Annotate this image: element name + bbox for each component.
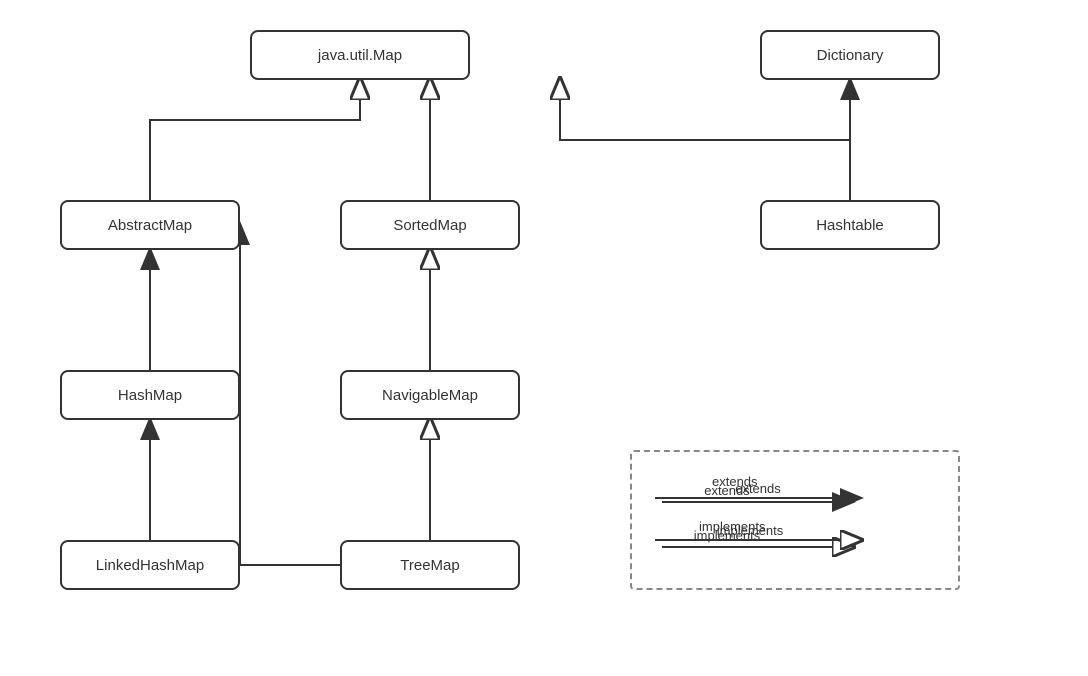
node-abstract-map: AbstractMap <box>60 200 240 250</box>
legend-extends-text: extends <box>712 474 758 489</box>
legend-implements-text: implements <box>699 519 765 534</box>
node-linked-hash-map: LinkedHashMap <box>60 540 240 590</box>
legend-svg: extends implements <box>652 467 942 577</box>
node-hashtable: Hashtable <box>760 200 940 250</box>
node-hash-map: HashMap <box>60 370 240 420</box>
diagram: java.util.Map Dictionary AbstractMap Sor… <box>0 0 1088 676</box>
node-tree-map: TreeMap <box>340 540 520 590</box>
node-sorted-map: SortedMap <box>340 200 520 250</box>
node-dictionary: Dictionary <box>760 30 940 80</box>
node-java-util-map: java.util.Map <box>250 30 470 80</box>
legend-box: extends implements extends implements <box>630 450 960 590</box>
node-navigable-map: NavigableMap <box>340 370 520 420</box>
